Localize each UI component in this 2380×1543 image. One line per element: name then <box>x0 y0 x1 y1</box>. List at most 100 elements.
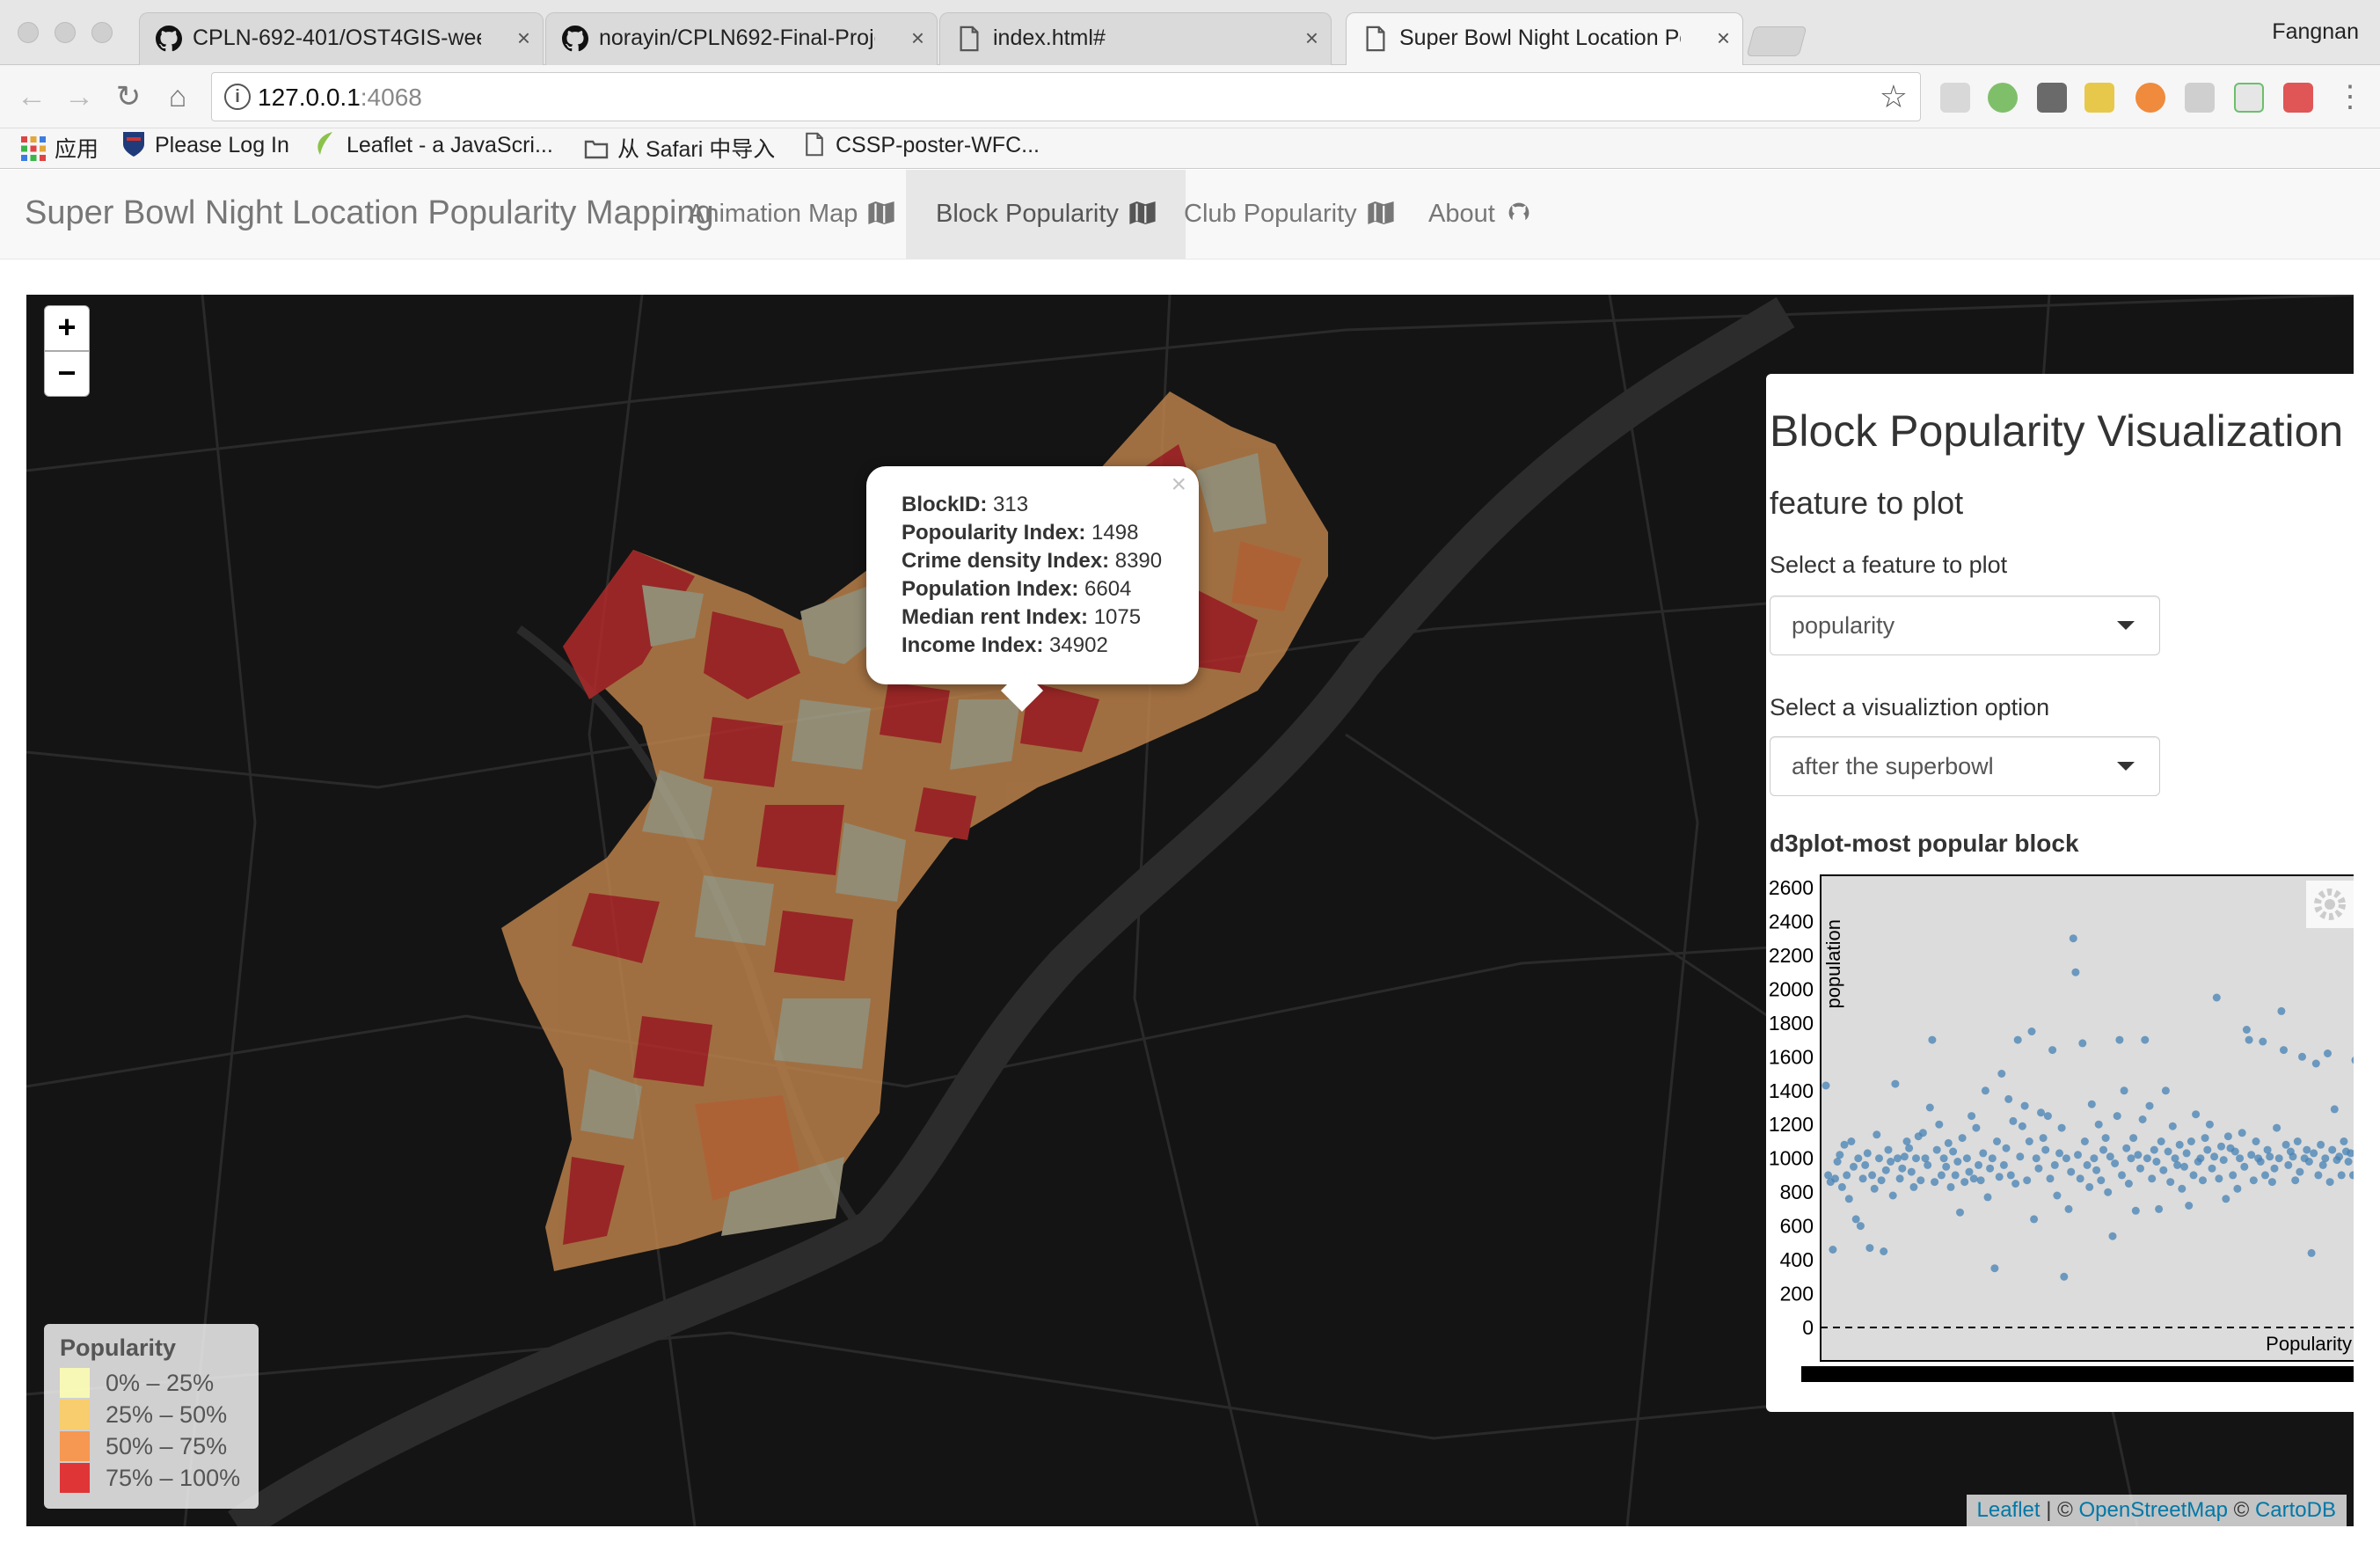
scatter-point[interactable] <box>2281 1140 2290 1149</box>
scatter-point[interactable] <box>2122 1144 2131 1152</box>
info-icon[interactable]: i <box>224 84 251 110</box>
scatter-point[interactable] <box>2060 1272 2069 1281</box>
scatter-point[interactable] <box>1942 1162 1951 1171</box>
scatter-point[interactable] <box>1888 1191 1897 1200</box>
scatter-point[interactable] <box>2238 1129 2246 1137</box>
tab-close-icon[interactable]: × <box>1717 25 1730 52</box>
scatter-point[interactable] <box>2223 1132 2232 1141</box>
scatter-point[interactable] <box>2094 1120 2103 1129</box>
scatter-point[interactable] <box>2180 1162 2188 1171</box>
scatter-point[interactable] <box>1822 1081 1830 1090</box>
address-bar[interactable]: i 127.0.0.1:4068 ☆ <box>211 72 1921 121</box>
scatter-point[interactable] <box>1844 1195 1853 1203</box>
scatter-point[interactable] <box>2020 1101 2029 1110</box>
extension-icon[interactable] <box>2185 83 2215 113</box>
scatter-point[interactable] <box>2157 1137 2165 1145</box>
scatter-point[interactable] <box>2166 1178 2175 1187</box>
bookmark-item[interactable]: 从 Safari 中导入 <box>584 132 775 164</box>
scatter-point[interactable] <box>2203 1145 2212 1154</box>
scatter-point[interactable] <box>1937 1171 1946 1180</box>
extension-icon[interactable] <box>2084 83 2114 113</box>
nav-block-popularity[interactable]: Block Popularity <box>906 170 1186 259</box>
scatter-point[interactable] <box>2263 1145 2272 1154</box>
scatter-point[interactable] <box>2267 1178 2276 1187</box>
scatter-point[interactable] <box>2318 1160 2327 1169</box>
nav-club-popularity[interactable]: Club Popularity <box>1154 170 1424 259</box>
scatter-point[interactable] <box>2064 1204 2073 1213</box>
scatter-point[interactable] <box>2062 1154 2070 1163</box>
scatter-point[interactable] <box>1856 1222 1865 1231</box>
forward-arrow-icon[interactable]: → <box>62 79 97 114</box>
menu-kebab-icon[interactable]: ⋮ <box>2333 79 2368 114</box>
scatter-point[interactable] <box>2335 1152 2344 1161</box>
scatter-point[interactable] <box>2131 1206 2140 1215</box>
scatter-point[interactable] <box>1935 1120 1944 1129</box>
scatter-point[interactable] <box>1965 1167 1974 1176</box>
scatter-point[interactable] <box>1928 1035 1937 1044</box>
scatter-point[interactable] <box>2303 1145 2311 1154</box>
scatter-point[interactable] <box>2266 1152 2274 1161</box>
extension-icon[interactable] <box>2234 83 2264 113</box>
scatter-point[interactable] <box>2314 1171 2323 1180</box>
scatter-point[interactable] <box>2307 1248 2316 1257</box>
scatter-point[interactable] <box>2222 1195 2230 1203</box>
scatter-point[interactable] <box>1884 1145 1893 1154</box>
scatter-point[interactable] <box>2261 1171 2269 1180</box>
scatter-point[interactable] <box>2161 1086 2170 1095</box>
scatter-point[interactable] <box>2324 1049 2332 1057</box>
scatter-point[interactable] <box>2205 1120 2214 1129</box>
scatter-point[interactable] <box>2249 1176 2258 1185</box>
scatter-point[interactable] <box>2043 1112 2052 1121</box>
scatter-point[interactable] <box>2013 1035 2022 1044</box>
gear-icon[interactable] <box>2306 881 2354 928</box>
scatter-point[interactable] <box>2317 1140 2325 1149</box>
scatter-point[interactable] <box>2148 1174 2157 1183</box>
scatter-point[interactable] <box>2201 1134 2209 1143</box>
scatter-point[interactable] <box>2087 1100 2096 1108</box>
scatter-point[interactable] <box>2027 1027 2036 1035</box>
scatter-point[interactable] <box>2289 1152 2297 1161</box>
scatter-point[interactable] <box>2143 1154 2151 1163</box>
scatter-point[interactable] <box>2247 1151 2256 1159</box>
scatter-point[interactable] <box>1865 1244 1874 1253</box>
url-text[interactable]: 127.0.0.1:4068 <box>258 84 422 112</box>
scatter-point[interactable] <box>2340 1137 2348 1145</box>
scatter-point[interactable] <box>2074 1151 2082 1159</box>
scatter-point[interactable] <box>2344 1158 2353 1166</box>
scatter-point[interactable] <box>1829 1246 1837 1254</box>
scatter-point[interactable] <box>2080 1137 2089 1145</box>
scatter-point[interactable] <box>2337 1171 2346 1180</box>
scatter-point[interactable] <box>2325 1178 2334 1187</box>
back-arrow-icon[interactable]: ← <box>14 79 49 114</box>
scatter-point[interactable] <box>2270 1164 2279 1173</box>
scatter-point[interactable] <box>2127 1154 2135 1163</box>
scatter-point[interactable] <box>2067 1167 2076 1176</box>
scatter-point[interactable] <box>1880 1247 1888 1255</box>
scatter-point[interactable] <box>1847 1137 1856 1145</box>
scatter-point[interactable] <box>1909 1182 1918 1191</box>
scatter-point[interactable] <box>1953 1158 1962 1166</box>
browser-tab[interactable]: index.html# × <box>939 12 1332 65</box>
scatter-point[interactable] <box>1960 1178 1969 1187</box>
scatter-point[interactable] <box>2053 1191 2062 1200</box>
scatter-point[interactable] <box>2230 1147 2239 1156</box>
scatter-point[interactable] <box>1840 1140 1849 1149</box>
scatter-point[interactable] <box>2233 1184 2242 1193</box>
scatter-point[interactable] <box>1895 1174 1904 1183</box>
scatter-point[interactable] <box>1969 1174 1978 1183</box>
scatter-point[interactable] <box>1918 1129 1927 1137</box>
scatter-point[interactable] <box>2111 1159 2120 1167</box>
bookmark-item[interactable]: CSSP-poster-WFC... <box>802 132 1040 158</box>
scatter-point[interactable] <box>2106 1152 2114 1161</box>
scatter-point[interactable] <box>2048 1046 2057 1055</box>
nav-about[interactable]: About <box>1398 170 1562 259</box>
scatter-point[interactable] <box>1949 1147 1958 1156</box>
window-maximize-button[interactable] <box>91 22 113 43</box>
scatter-point[interactable] <box>2199 1176 2207 1185</box>
cartodb-link[interactable]: CartoDB <box>2255 1498 2336 1522</box>
scatter-point[interactable] <box>2229 1171 2238 1180</box>
scatter-point[interactable] <box>1837 1182 1846 1191</box>
scatter-point[interactable] <box>1983 1193 1992 1202</box>
scatter-point[interactable] <box>1907 1167 1916 1176</box>
scatter-point[interactable] <box>2280 1046 2288 1055</box>
